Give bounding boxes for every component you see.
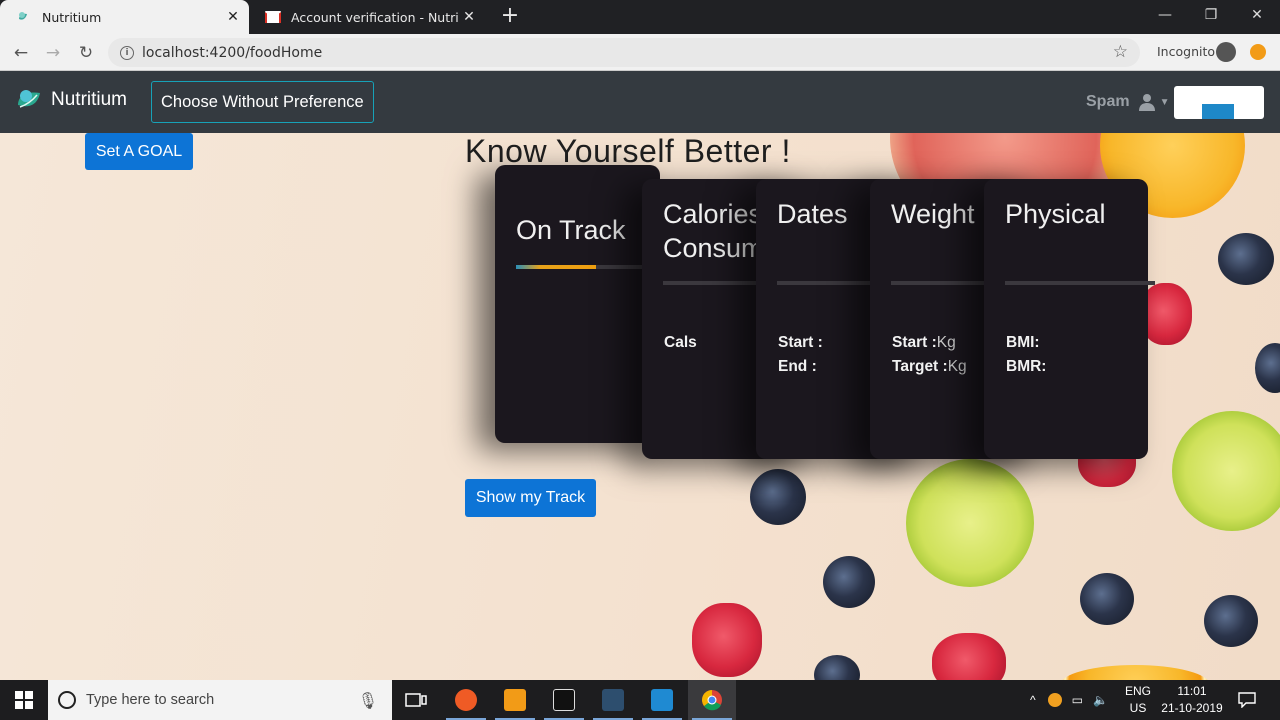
incognito-icon[interactable] bbox=[1216, 42, 1236, 62]
blueberry-image bbox=[1080, 573, 1134, 625]
forward-arrow-icon[interactable]: → bbox=[40, 40, 66, 66]
card-title: Dates bbox=[777, 199, 848, 229]
incognito-label: Incognito bbox=[1157, 44, 1216, 59]
url-text: localhost:4200/foodHome bbox=[142, 44, 323, 61]
search-placeholder: Type here to search bbox=[86, 692, 215, 708]
user-name: Spam bbox=[1086, 93, 1130, 110]
user-menu[interactable]: Spam ▼ bbox=[1086, 93, 1169, 111]
start-weight-unit: Kg bbox=[936, 334, 956, 351]
chevron-down-icon: ▼ bbox=[1159, 96, 1170, 108]
target-weight-row: Target :Kg bbox=[892, 355, 967, 379]
browser-toolbar: ← → ↻ i localhost:4200/foodHome ☆ Incogn… bbox=[0, 34, 1280, 71]
card-divider bbox=[1005, 281, 1155, 285]
card-title: On Track bbox=[516, 215, 626, 245]
mysql-workbench-icon[interactable] bbox=[589, 680, 637, 720]
vscode-icon[interactable] bbox=[638, 680, 686, 720]
chrome-icon[interactable] bbox=[688, 680, 736, 720]
tab-title: Nutritium bbox=[42, 9, 102, 25]
taskbar-search-input[interactable]: Type here to search 🎙 bbox=[48, 680, 392, 720]
blueberry-image bbox=[1204, 595, 1258, 647]
back-arrow-icon[interactable]: ← bbox=[8, 40, 34, 66]
nutritium-logo-icon bbox=[18, 90, 40, 108]
app-navbar: Nutritium Choose Without Preference Spam… bbox=[0, 71, 1280, 133]
clock-date: 21-10-2019 bbox=[1161, 701, 1223, 715]
chevron-up-icon[interactable]: ^ bbox=[1030, 693, 1036, 707]
calories-label: Cals bbox=[664, 334, 697, 351]
card-title: Weight bbox=[891, 199, 975, 229]
blueberry-image bbox=[750, 469, 806, 525]
target-weight-unit: Kg bbox=[947, 358, 967, 375]
tab-close-icon[interactable]: ✕ bbox=[459, 9, 479, 25]
lemon-slice-image bbox=[1172, 411, 1280, 531]
task-view-icon[interactable] bbox=[392, 680, 440, 720]
windows-start-icon[interactable] bbox=[0, 680, 48, 720]
site-info-icon[interactable]: i bbox=[120, 45, 134, 60]
gmail-icon bbox=[265, 9, 281, 25]
clock-time: 11:01 bbox=[1177, 684, 1207, 698]
card-on-track[interactable]: On Track bbox=[495, 165, 660, 443]
set-goal-button[interactable]: Set A GOAL bbox=[85, 133, 193, 170]
reload-icon[interactable]: ↻ bbox=[73, 40, 99, 66]
start-weight-label: Start : bbox=[892, 334, 937, 351]
brand[interactable]: Nutritium bbox=[15, 85, 127, 115]
show-my-track-button[interactable]: Show my Track bbox=[465, 479, 596, 517]
cart-icon bbox=[1202, 104, 1234, 119]
bookmark-star-icon[interactable]: ☆ bbox=[1113, 42, 1128, 62]
new-tab-plus-icon[interactable]: + bbox=[499, 5, 521, 28]
end-date-label: End : bbox=[778, 358, 817, 375]
start-weight-row: Start :Kg bbox=[892, 331, 967, 355]
tab-nutritium[interactable]: Nutritium ✕ bbox=[0, 0, 249, 34]
restore-icon[interactable]: ❐ bbox=[1188, 0, 1234, 30]
card-physical[interactable]: Physical BMI: BMR: bbox=[984, 179, 1155, 459]
bmr-label: BMR: bbox=[1006, 358, 1047, 375]
notifications-icon[interactable] bbox=[1224, 680, 1270, 720]
minimize-icon[interactable]: — bbox=[1142, 0, 1188, 30]
language-code: ENG bbox=[1124, 684, 1151, 698]
tab-account-verification[interactable]: Account verification - Nutritium - ✕ bbox=[249, 0, 485, 34]
card-body: Cals bbox=[664, 331, 697, 355]
on-track-progress-bar bbox=[516, 265, 596, 269]
postman-icon[interactable] bbox=[442, 680, 490, 720]
tab-close-icon[interactable]: ✕ bbox=[223, 9, 243, 25]
windows-taskbar: Type here to search 🎙 ^ ▭ 🔈 ENG US 11:01… bbox=[0, 680, 1280, 720]
microphone-icon[interactable]: 🎙 bbox=[358, 691, 378, 710]
tab-title: Account verification - Nutritium - bbox=[291, 9, 459, 25]
terminal-icon[interactable] bbox=[540, 680, 588, 720]
card-title: Physical bbox=[1005, 199, 1106, 229]
extension-icon[interactable] bbox=[1250, 44, 1266, 60]
address-bar[interactable]: i localhost:4200/foodHome ☆ bbox=[108, 38, 1140, 67]
network-icon[interactable]: ▭ bbox=[1072, 693, 1083, 707]
raspberry-image bbox=[932, 633, 1006, 680]
volume-icon[interactable]: 🔈 bbox=[1093, 693, 1108, 707]
weather-icon[interactable] bbox=[1047, 693, 1062, 707]
cortana-icon bbox=[58, 691, 76, 709]
blueberry-image bbox=[1218, 233, 1274, 285]
choose-without-preference-button[interactable]: Choose Without Preference bbox=[151, 81, 374, 123]
orange-slice-image bbox=[1060, 665, 1210, 680]
blueberry-image bbox=[823, 556, 875, 608]
region-code: US bbox=[1129, 701, 1147, 715]
blueberry-image bbox=[1255, 343, 1280, 393]
browser-tab-strip: Nutritium ✕ Account verification - Nutri… bbox=[0, 0, 1280, 34]
card-body: Start :Kg Target :Kg bbox=[892, 331, 967, 379]
clock[interactable]: 11:01 21-10-2019 bbox=[1160, 683, 1224, 717]
food-home-main: Set A GOAL Know Yourself Better ! On Tra… bbox=[0, 133, 1280, 680]
cart-button[interactable] bbox=[1174, 86, 1264, 119]
nutritium-favicon-icon bbox=[16, 9, 32, 25]
target-weight-label: Target : bbox=[892, 358, 948, 375]
brand-name: Nutritium bbox=[51, 89, 128, 110]
window-close-icon[interactable]: ✕ bbox=[1234, 0, 1280, 30]
language-indicator[interactable]: ENG US bbox=[1124, 683, 1152, 717]
start-date-label: Start : bbox=[778, 334, 823, 351]
card-body: Start : End : bbox=[778, 331, 823, 379]
user-icon bbox=[1138, 94, 1155, 111]
bmi-label: BMI: bbox=[1006, 334, 1040, 351]
card-body: BMI: BMR: bbox=[1006, 331, 1046, 379]
sublime-text-icon[interactable] bbox=[491, 680, 539, 720]
lime-slice-image bbox=[906, 459, 1034, 587]
system-tray: ^ ▭ 🔈 bbox=[1030, 680, 1108, 720]
raspberry-image bbox=[692, 603, 762, 677]
blueberry-image bbox=[814, 655, 860, 680]
